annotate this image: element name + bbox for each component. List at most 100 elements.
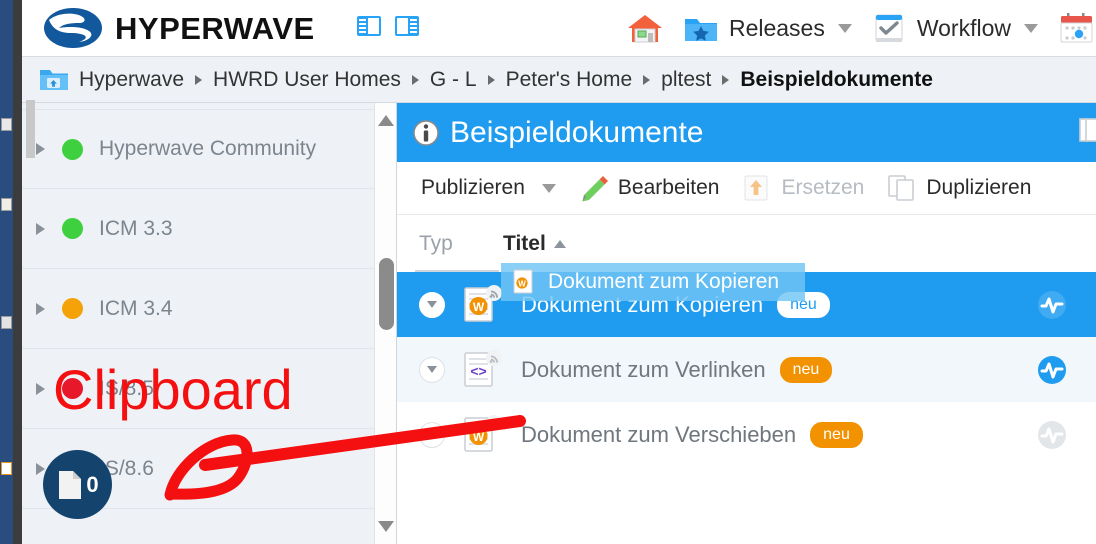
window-edge-gutter	[13, 0, 35, 544]
activity-pulse-icon[interactable]	[1036, 289, 1068, 321]
expand-triangle-icon[interactable]	[36, 382, 45, 395]
clipboard-count: 0	[86, 471, 99, 497]
window-edge-highlight	[26, 100, 35, 158]
browser-page: HYPERWAVE Releases Workflow Hyperwave HW…	[22, 0, 1096, 544]
sidebar-item-hyperwave-community[interactable]: Hyperwave Community	[22, 109, 374, 189]
breadcrumb-separator-icon	[722, 74, 730, 85]
row-expander-button[interactable]	[419, 421, 445, 448]
main-body: Hyperwave Community ICM 3.3 ICM 3.4 IS/8…	[22, 103, 1096, 544]
folder-up-icon[interactable]	[39, 67, 69, 92]
page-title: Beispieldokumente	[450, 115, 704, 149]
taskbar-icon[interactable]	[1, 118, 12, 131]
table-row[interactable]: W Dokument zum Kopieren neu	[397, 272, 1096, 337]
sidebar-item-label: ICM 3.4	[99, 296, 173, 320]
document-table: Typ Titel W Dokument zum Kopieren neu <>…	[397, 215, 1096, 467]
info-icon	[413, 119, 439, 146]
row-title: Dokument zum Verschieben	[521, 421, 797, 447]
calendar-button[interactable]	[1047, 4, 1096, 52]
publizieren-button[interactable]: Publizieren	[410, 162, 567, 215]
content-panel: Beispieldokumente Publizieren Bearbeiten…	[397, 103, 1096, 544]
sidebar-item-icm-33[interactable]: ICM 3.3	[22, 189, 374, 269]
releases-menu[interactable]: Releases	[673, 4, 861, 52]
taskbar-icon[interactable]	[1, 198, 12, 211]
breadcrumb-item-1[interactable]: Hyperwave	[79, 68, 184, 92]
column-header-typ[interactable]: Typ	[419, 232, 503, 256]
breadcrumb: Hyperwave HWRD User Homes G - L Peter's …	[22, 57, 1096, 103]
column-header-titel-label: Titel	[503, 231, 546, 255]
copy-icon	[888, 175, 915, 201]
publizieren-label: Publizieren	[421, 176, 525, 199]
clipboard-badge[interactable]: 0	[43, 450, 112, 519]
breadcrumb-item-2[interactable]: HWRD User Homes	[213, 68, 401, 92]
breadcrumb-separator-icon	[487, 74, 495, 85]
row-expander-button[interactable]	[419, 356, 445, 383]
table-header-row: Typ Titel	[397, 215, 1096, 272]
row-title: Dokument zum Verlinken	[521, 356, 766, 382]
calendar-icon	[1060, 13, 1093, 43]
chevron-down-icon[interactable]	[1024, 23, 1038, 33]
expand-triangle-icon[interactable]	[36, 462, 45, 475]
expand-triangle-icon[interactable]	[36, 222, 45, 235]
table-row[interactable]: <> Dokument zum Verlinken neu	[397, 337, 1096, 402]
ersetzen-label: Ersetzen	[781, 176, 865, 199]
panel-right-icon[interactable]	[394, 14, 420, 38]
breadcrumb-items: Hyperwave HWRD User Homes G - L Peter's …	[79, 68, 933, 92]
workflow-label: Workflow	[916, 14, 1011, 41]
chevron-down-icon	[427, 366, 437, 373]
app-root: HYPERWAVE Releases Workflow Hyperwave HW…	[0, 0, 1096, 544]
chevron-down-icon[interactable]	[837, 23, 852, 33]
row-title: Dokument zum Kopieren	[521, 291, 764, 317]
status-badge: neu	[777, 291, 830, 318]
expand-triangle-icon[interactable]	[36, 302, 45, 315]
status-dot	[62, 298, 83, 319]
svg-text:W: W	[473, 300, 485, 314]
bearbeiten-button[interactable]: Bearbeiten	[567, 162, 731, 215]
breadcrumb-separator-icon	[411, 74, 419, 85]
chevron-down-icon	[427, 301, 437, 308]
content-toolbar: Publizieren Bearbeiten Ersetzen Duplizie…	[397, 117, 1096, 215]
scroll-down-arrow-icon[interactable]	[378, 521, 394, 532]
column-header-titel[interactable]: Titel	[503, 232, 566, 256]
status-dot	[62, 138, 83, 160]
svg-text:W: W	[473, 430, 485, 444]
breadcrumb-separator-icon	[643, 74, 651, 85]
table-row[interactable]: W Dokument zum Verschieben neu	[397, 402, 1096, 467]
sidebar-scrollbar[interactable]	[374, 103, 396, 544]
releases-label: Releases	[728, 14, 825, 41]
duplizieren-label: Duplizieren	[926, 176, 1032, 199]
breadcrumb-item-3[interactable]: G - L	[430, 68, 477, 92]
panel-layout-toggles	[356, 14, 420, 38]
scrollbar-thumb[interactable]	[379, 258, 394, 330]
sidebar-tree-panel: Hyperwave Community ICM 3.3 ICM 3.4 IS/8…	[22, 103, 397, 544]
scroll-up-arrow-icon[interactable]	[378, 115, 394, 126]
folder-star-icon	[684, 19, 717, 41]
expand-triangle-icon[interactable]	[36, 143, 45, 155]
breadcrumb-separator-icon	[195, 74, 203, 85]
chevron-down-icon[interactable]	[541, 183, 556, 193]
home-button[interactable]	[617, 4, 673, 52]
taskbar-icon[interactable]	[1, 316, 12, 329]
sidebar-item-icm-34[interactable]: ICM 3.4	[22, 269, 374, 349]
document-icon	[59, 470, 82, 499]
workflow-menu[interactable]: Workflow	[861, 4, 1047, 52]
activity-pulse-icon[interactable]	[1036, 419, 1068, 451]
breadcrumb-item-4[interactable]: Peter's Home	[506, 68, 633, 92]
brand-logo[interactable]: HYPERWAVE	[43, 7, 315, 49]
sidebar-item-label: Hyperwave Community	[99, 137, 317, 160]
overflow-toolbar-button[interactable]	[1078, 103, 1096, 156]
ersetzen-button: Ersetzen	[730, 162, 875, 215]
breadcrumb-item-current: Beispieldokumente	[740, 67, 933, 91]
panel-left-icon[interactable]	[356, 14, 382, 38]
breadcrumb-item-5[interactable]: pltest	[661, 68, 711, 92]
taskbar-icon[interactable]	[1, 462, 12, 475]
status-dot	[62, 218, 83, 239]
duplizieren-button[interactable]: Duplizieren	[875, 162, 1042, 215]
activity-pulse-icon[interactable]	[1036, 354, 1068, 386]
code-document-icon: <>	[464, 349, 502, 387]
sort-ascending-icon	[553, 239, 566, 248]
brand-name: HYPERWAVE	[115, 10, 315, 46]
status-badge: neu	[779, 356, 833, 383]
pencil-icon	[582, 176, 608, 202]
checkbox-icon	[875, 14, 903, 42]
row-expander-button[interactable]	[419, 291, 445, 318]
